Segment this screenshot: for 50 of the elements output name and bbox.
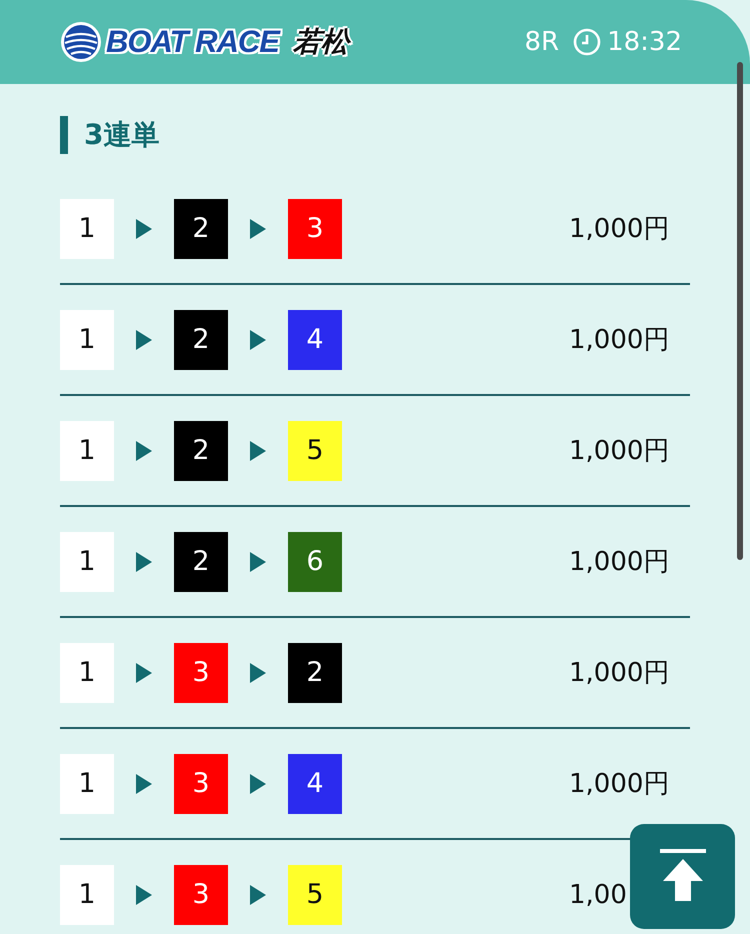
- boat-number: 5: [288, 420, 342, 480]
- bet-amount: 1,000円: [569, 769, 670, 799]
- bet-amount: 1,00: [569, 880, 627, 910]
- boat-number: 1: [60, 864, 114, 924]
- boat-number: 1: [60, 420, 114, 480]
- arrow-icon: [136, 218, 152, 238]
- boat-number: 1: [60, 310, 114, 370]
- boat-number: 4: [288, 310, 342, 370]
- boat-number: 2: [174, 310, 228, 370]
- race-number: 8R: [524, 27, 560, 57]
- arrow-icon: [136, 662, 152, 682]
- boat-number: 1: [60, 198, 114, 258]
- arrow-icon: [136, 884, 152, 904]
- bet-amount: 1,000円: [569, 658, 670, 688]
- section-title: 3連単: [60, 116, 690, 154]
- back-to-top-button[interactable]: [630, 824, 735, 929]
- boat-number: 3: [288, 198, 342, 258]
- arrow-icon: [250, 662, 266, 682]
- arrow-icon: [250, 330, 266, 350]
- boat-number: 1: [60, 532, 114, 592]
- boat-number: 2: [288, 642, 342, 702]
- race-time: 18:32: [607, 27, 682, 57]
- arrow-icon: [136, 330, 152, 350]
- bet-amount: 1,000円: [569, 547, 670, 577]
- arrow-icon: [250, 774, 266, 794]
- boat-number: 5: [288, 864, 342, 924]
- arrow-icon: [136, 774, 152, 794]
- boat-number: 3: [174, 864, 228, 924]
- arrow-icon: [250, 552, 266, 572]
- bet-amount: 1,000円: [569, 325, 670, 355]
- arrow-icon: [136, 440, 152, 460]
- clock-icon: [573, 28, 602, 56]
- boat-number: 4: [288, 754, 342, 814]
- logo-venue: 若松: [292, 23, 349, 61]
- bet-amount: 1,000円: [569, 436, 670, 466]
- bet-amount: 1,000円: [569, 214, 670, 244]
- arrow-icon: [250, 218, 266, 238]
- arrow-icon: [250, 440, 266, 460]
- boat-number: 1: [60, 754, 114, 814]
- arrow-icon: [136, 552, 152, 572]
- boat-number: 2: [174, 532, 228, 592]
- boat-number: 3: [174, 754, 228, 814]
- boat-number: 2: [174, 198, 228, 258]
- boat-number: 2: [174, 420, 228, 480]
- boat-number: 6: [288, 532, 342, 592]
- boat-number: 1: [60, 642, 114, 702]
- arrow-icon: [250, 884, 266, 904]
- boat-number: 3: [174, 642, 228, 702]
- logo-icon: [60, 21, 102, 63]
- logo-brand: BOAT RACE: [106, 24, 279, 60]
